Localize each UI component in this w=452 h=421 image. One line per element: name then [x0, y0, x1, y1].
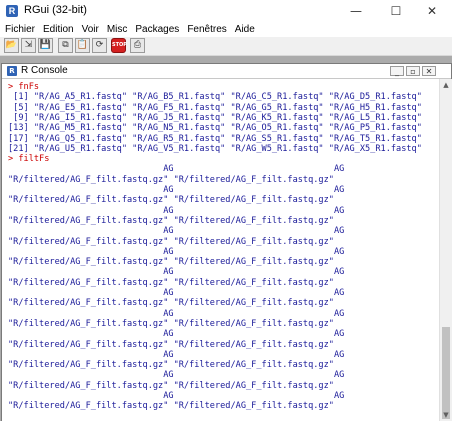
open-script-icon[interactable]: 📂 [4, 38, 19, 53]
menu-fichier[interactable]: Fichier [0, 23, 38, 37]
r-console-window: R R Console _ ▫ ✕ > fnFs [1] "R/AG_A5_R1… [1, 63, 452, 421]
menu-fenetres[interactable]: Fenêtres [182, 23, 229, 37]
paste-icon[interactable]: 📋 [75, 38, 90, 53]
save-workspace-icon[interactable]: 💾 [38, 38, 53, 53]
r-logo-icon: R [6, 5, 18, 17]
console-output-line: "R/filtered/AG_F_filt.fastq.gz" "R/filte… [8, 318, 334, 329]
print-icon[interactable]: ⎙ [130, 38, 145, 53]
console-output-line: "R/filtered/AG_F_filt.fastq.gz" "R/filte… [8, 195, 334, 206]
console-output-line: "R/filtered/AG_F_filt.fastq.gz" "R/filte… [8, 236, 334, 247]
console-output-line: AG AG [8, 370, 345, 381]
console-output-line: [9] "R/AG_I5_R1.fastq" "R/AG_J5_R1.fastq… [8, 112, 422, 123]
console-maximize-button[interactable]: ▫ [406, 66, 420, 76]
console-output-line: "R/filtered/AG_F_filt.fastq.gz" "R/filte… [8, 380, 334, 391]
console-output-line: AG AG [8, 164, 345, 175]
console-titlebar: R R Console _ ▫ ✕ [2, 64, 451, 79]
console-output-line: [17] "R/AG_Q5_R1.fastq" "R/AG_R5_R1.fast… [8, 133, 422, 144]
menu-packages[interactable]: Packages [130, 23, 182, 37]
console-output-line: AG AG [8, 246, 345, 257]
console-output-line: AG AG [8, 308, 345, 319]
menu-bar: Fichier Edition Voir Misc Packages Fenêt… [0, 23, 452, 37]
console-output-line: "R/filtered/AG_F_filt.fastq.gz" "R/filte… [8, 339, 334, 350]
console-output-line: "R/filtered/AG_F_filt.fastq.gz" "R/filte… [8, 298, 334, 309]
copy-paste-icon[interactable]: ⟳ [92, 38, 107, 53]
console-output-line: AG AG [8, 349, 345, 360]
window-title: RGui (32-bit) [24, 4, 87, 16]
menu-misc[interactable]: Misc [102, 23, 131, 37]
console-output-line: "R/filtered/AG_F_filt.fastq.gz" "R/filte… [8, 174, 334, 185]
console-output-line: AG AG [8, 226, 345, 237]
maximize-button[interactable]: ☐ [376, 0, 416, 22]
copy-icon[interactable]: ⧉ [58, 38, 73, 53]
menu-voir[interactable]: Voir [77, 23, 102, 37]
console-output-line: [21] "R/AG_U5_R1.fastq" "R/AG_V5_R1.fast… [8, 143, 422, 154]
scroll-down-icon[interactable]: ▼ [440, 409, 452, 421]
close-button[interactable]: ✕ [412, 0, 452, 22]
console-output-line: "R/filtered/AG_F_filt.fastq.gz" "R/filte… [8, 257, 334, 268]
console-output-line: [1] "R/AG_A5_R1.fastq" "R/AG_B5_R1.fastq… [8, 92, 422, 103]
console-command-line: > fnFs [8, 82, 40, 92]
console-title: R Console [21, 65, 68, 76]
console-output-line: "R/filtered/AG_F_filt.fastq.gz" "R/filte… [8, 360, 334, 371]
console-command-line: > filtFs [8, 154, 50, 165]
scrollbar-thumb[interactable] [442, 327, 450, 419]
toolbar: 📂 ⇲ 💾 ⧉ 📋 ⟳ STOP ⎙ [0, 37, 452, 56]
console-output-line: AG AG [8, 391, 345, 401]
scroll-up-icon[interactable]: ▲ [440, 79, 452, 91]
console-output-line: [13] "R/AG_M5_R1.fastq" "R/AG_N5_R1.fast… [8, 123, 422, 134]
console-output[interactable]: > fnFs [1] "R/AG_A5_R1.fastq" "R/AG_B5_R… [2, 79, 439, 421]
menu-edition[interactable]: Edition [38, 23, 77, 37]
console-output-line: "R/filtered/AG_F_filt.fastq.gz" "R/filte… [8, 277, 334, 288]
console-output-line: AG AG [8, 329, 345, 340]
console-minimize-button[interactable]: _ [390, 66, 404, 76]
minimize-button[interactable]: — [336, 0, 376, 22]
r-console-icon: R [7, 66, 17, 76]
menu-aide[interactable]: Aide [230, 23, 258, 37]
stop-icon[interactable]: STOP [111, 38, 127, 53]
console-output-line: "R/filtered/AG_F_filt.fastq.gz" "R/filte… [8, 215, 334, 226]
console-output-line: "R/filtered/AG_F_filt.fastq.gz" "R/filte… [8, 401, 334, 412]
console-output-line: AG AG [8, 267, 345, 278]
mdi-workspace: R R Console _ ▫ ✕ > fnFs [1] "R/AG_A5_R1… [0, 56, 452, 421]
load-workspace-icon[interactable]: ⇲ [21, 38, 36, 53]
console-output-line: AG AG [8, 185, 345, 195]
window-titlebar: R RGui (32-bit) — ☐ ✕ [0, 0, 452, 24]
console-output-line: AG AG [8, 205, 345, 216]
console-output-line: AG AG [8, 288, 345, 298]
vertical-scrollbar[interactable]: ▲ ▼ [439, 79, 452, 421]
console-output-line: [5] "R/AG_E5_R1.fastq" "R/AG_F5_R1.fastq… [8, 102, 422, 113]
console-close-button[interactable]: ✕ [422, 66, 436, 76]
